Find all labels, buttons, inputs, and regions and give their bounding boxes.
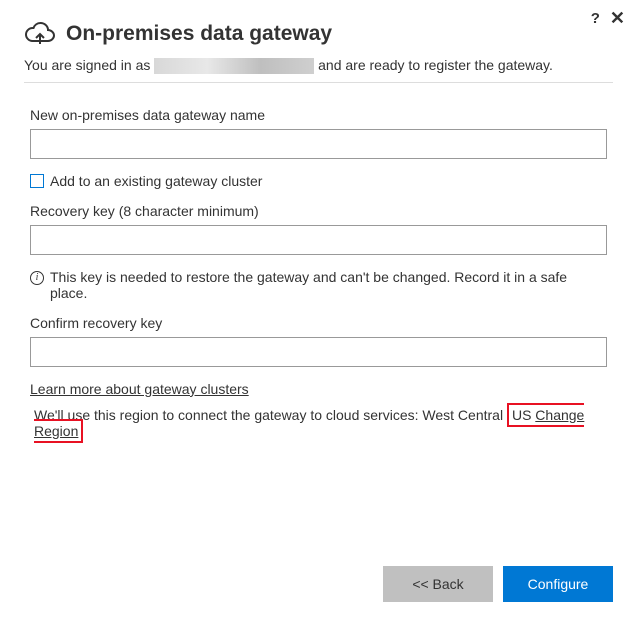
add-cluster-label: Add to an existing gateway cluster: [50, 173, 262, 189]
footer: << Back Configure: [383, 566, 613, 602]
form-area: New on-premises data gateway name Add to…: [0, 107, 637, 439]
configure-button[interactable]: Configure: [503, 566, 613, 602]
help-icon[interactable]: ?: [591, 10, 600, 27]
page-title: On-premises data gateway: [66, 22, 332, 46]
info-icon: i: [30, 271, 44, 285]
add-cluster-checkbox[interactable]: [30, 174, 44, 188]
gateway-name-input[interactable]: [30, 129, 607, 159]
region-part: US: [512, 407, 535, 423]
recovery-key-label: Recovery key (8 character minimum): [30, 203, 607, 219]
confirm-key-input[interactable]: [30, 337, 607, 367]
divider: [24, 82, 613, 83]
info-row: i This key is needed to restore the gate…: [30, 269, 607, 301]
gateway-name-label: New on-premises data gateway name: [30, 107, 607, 123]
confirm-key-label: Confirm recovery key: [30, 315, 607, 331]
info-text: This key is needed to restore the gatewa…: [50, 269, 607, 301]
region-row: We'll use this region to connect the gat…: [30, 407, 607, 439]
region-prefix: We'll use this region to connect the gat…: [34, 407, 507, 423]
signed-in-text: You are signed in as and are ready to re…: [0, 56, 637, 82]
cloud-upload-icon: [24, 20, 56, 48]
back-button[interactable]: << Back: [383, 566, 493, 602]
user-email-redacted: [154, 58, 314, 74]
close-icon[interactable]: ✕: [610, 8, 625, 29]
signed-in-suffix: and are ready to register the gateway.: [318, 57, 553, 73]
recovery-key-input[interactable]: [30, 225, 607, 255]
signed-in-prefix: You are signed in as: [24, 57, 150, 73]
learn-more-link[interactable]: Learn more about gateway clusters: [30, 381, 607, 397]
add-cluster-row[interactable]: Add to an existing gateway cluster: [30, 173, 607, 189]
header: On-premises data gateway: [0, 0, 637, 56]
